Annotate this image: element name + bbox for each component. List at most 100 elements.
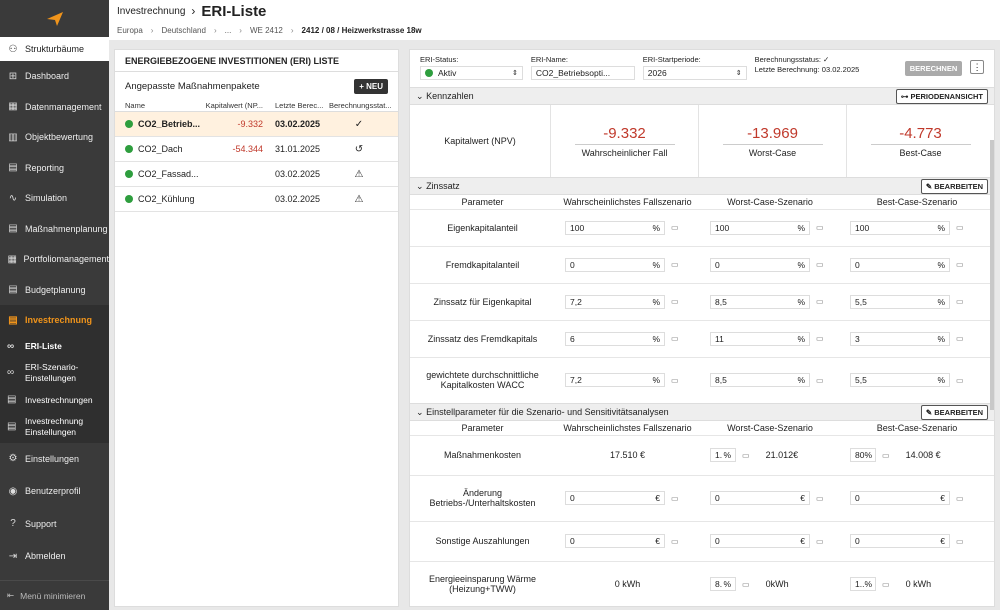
sidebar-item-benutzerprofil[interactable]: ◉ Benutzerprofil	[0, 475, 109, 508]
value-input[interactable]: 5,5%	[850, 294, 950, 309]
breadcrumb-item[interactable]: WE 2412	[250, 26, 283, 35]
sidebar-subitem-eri-szenario[interactable]: ∞ ERI-Szenario-Einstellungen	[0, 356, 109, 389]
sidebar-item-simulation[interactable]: ∿ Simulation	[0, 183, 109, 214]
value-input[interactable]: 0 €	[565, 534, 665, 548]
chevron-down-icon: ⌄	[416, 180, 424, 191]
sidebar-subitem-investrechnung-einstellungen[interactable]: ▤ Investrechnung Einstellungen	[0, 410, 109, 443]
value-input[interactable]: 7,2%	[565, 373, 665, 388]
laptop-icon[interactable]: ▭	[816, 223, 824, 232]
laptop-icon[interactable]: ▭	[671, 297, 679, 306]
column-header-npv[interactable]: Kapitalwert (NP...	[205, 101, 269, 110]
laptop-icon[interactable]: ▭	[882, 580, 890, 589]
value-input[interactable]: 8,5%	[710, 373, 810, 388]
laptop-icon[interactable]: ▭	[956, 537, 964, 546]
laptop-icon[interactable]: ▭	[882, 451, 890, 460]
sidebar-item-support[interactable]: ? Support	[0, 508, 109, 541]
laptop-icon[interactable]: ▭	[956, 223, 964, 232]
laptop-icon[interactable]: ▭	[742, 451, 750, 460]
sidebar-item-dashboard[interactable]: ⊞ Dashboard	[0, 61, 109, 92]
section-kennzahlen[interactable]: ⌄ Kennzahlen ⊶ PERIODENANSICHT	[410, 87, 994, 105]
eri-status-select[interactable]: Aktiv ⇕	[420, 66, 523, 80]
section-zinssatz[interactable]: ⌄ Zinssatz ✎ BEARBEITEN	[410, 177, 994, 195]
sidebar-item-portfoliomanagement[interactable]: ▦ Portfoliomanagement	[0, 244, 109, 275]
scrollbar[interactable]	[990, 140, 994, 410]
value-input[interactable]: 8,5%	[710, 294, 810, 309]
value-input[interactable]: 0 €	[565, 491, 665, 505]
value-input[interactable]: 5,5%	[850, 373, 950, 388]
percent-input[interactable]: 8.%	[710, 577, 736, 592]
value-input[interactable]: 0%	[850, 257, 950, 272]
laptop-icon[interactable]: ▭	[816, 260, 824, 269]
new-button[interactable]: + NEU	[354, 78, 388, 94]
calculate-button[interactable]: BERECHNEN	[904, 61, 963, 76]
laptop-icon[interactable]: ▭	[816, 494, 824, 503]
sidebar-item-reporting[interactable]: ▤ Reporting	[0, 153, 109, 184]
table-row[interactable]: CO2_Betrieb... -9.332 03.02.2025 ✓	[115, 112, 398, 137]
menu-minimize-button[interactable]: ⇤ Menü minimieren	[0, 580, 109, 610]
eri-name-input[interactable]: CO2_Betriebsopti...	[530, 66, 635, 80]
column-header-date[interactable]: Letzte Berec...	[269, 101, 329, 110]
chevron-down-icon: ⌄	[416, 90, 424, 101]
section-einstellparameter[interactable]: ⌄ Einstellparameter für die Szenario- un…	[410, 403, 994, 421]
percent-input[interactable]: 1.%	[710, 448, 736, 462]
breadcrumb-item[interactable]: Europa	[117, 26, 143, 35]
percent-input[interactable]: 80%	[850, 448, 876, 462]
value-input[interactable]: 7,2%	[565, 294, 665, 309]
laptop-icon[interactable]: ▭	[671, 223, 679, 232]
laptop-icon[interactable]: ▭	[956, 494, 964, 503]
sidebar-item-budgetplanung[interactable]: ▤ Budgetplanung	[0, 275, 109, 306]
logout-icon: ⇥	[8, 550, 18, 562]
period-view-button[interactable]: ⊶ PERIODENANSICHT	[895, 88, 988, 104]
laptop-icon[interactable]: ▭	[816, 376, 824, 385]
table-row[interactable]: CO2_Kühlung 03.02.2025 ⚠	[115, 187, 398, 212]
table-row[interactable]: CO2_Dach -54.344 31.01.2025 ↺	[115, 137, 398, 162]
eri-start-select[interactable]: 2026 ⇕	[642, 66, 747, 80]
laptop-icon[interactable]: ▭	[816, 537, 824, 546]
value-input[interactable]: 100%	[850, 220, 950, 235]
chevron-right-icon: ›	[290, 25, 294, 35]
laptop-icon[interactable]: ▭	[671, 537, 679, 546]
value-input[interactable]: 3%	[850, 331, 950, 346]
edit-zinssatz-button[interactable]: ✎ BEARBEITEN	[920, 178, 988, 194]
laptop-icon[interactable]: ▭	[956, 376, 964, 385]
laptop-icon[interactable]: ▭	[816, 334, 824, 343]
sidebar-item-massnahmenplanung[interactable]: ▤ Maßnahmenplanung	[0, 214, 109, 245]
value-input[interactable]: 0%	[710, 257, 810, 272]
laptop-icon[interactable]: ▭	[816, 297, 824, 306]
edit-einstell-button[interactable]: ✎ BEARBEITEN	[920, 404, 988, 420]
value-input[interactable]: 100%	[710, 220, 810, 235]
value-input[interactable]: 0 €	[850, 534, 950, 548]
sidebar-item-objektbewertung[interactable]: ▥ Objektbewertung	[0, 122, 109, 153]
value-input[interactable]: 0 €	[710, 534, 810, 548]
laptop-icon[interactable]: ▭	[671, 494, 679, 503]
percent-input[interactable]: 1..%	[850, 577, 876, 592]
laptop-icon[interactable]: ▭	[671, 260, 679, 269]
sidebar-item-strukturbaeume[interactable]: ⚇ Strukturbäume	[0, 37, 109, 61]
app-logo[interactable]	[0, 0, 109, 37]
more-options-icon[interactable]: ⋮	[970, 60, 985, 74]
breadcrumb-item[interactable]: ...	[225, 26, 232, 35]
laptop-icon[interactable]: ▭	[956, 260, 964, 269]
column-header-name[interactable]: Name	[125, 101, 205, 110]
sidebar-item-einstellungen[interactable]: ⚙ Einstellungen	[0, 443, 109, 476]
breadcrumb-item[interactable]: Deutschland	[161, 26, 205, 35]
value-input[interactable]: 6%	[565, 331, 665, 346]
value-input[interactable]: 0%	[565, 257, 665, 272]
laptop-icon[interactable]: ▭	[671, 334, 679, 343]
sidebar-item-abmelden[interactable]: ⇥ Abmelden	[0, 540, 109, 573]
value-input[interactable]: 0 €	[710, 491, 810, 505]
laptop-icon[interactable]: ▭	[956, 297, 964, 306]
sidebar-subitem-investrechnungen[interactable]: ▤ Investrechnungen	[0, 388, 109, 411]
value-input[interactable]: 0 €	[850, 491, 950, 505]
sidebar-subitem-eri-liste[interactable]: ∞ ERI-Liste	[0, 335, 109, 357]
laptop-icon[interactable]: ▭	[742, 580, 750, 589]
value-input[interactable]: 11%	[710, 331, 810, 346]
breadcrumb-parent[interactable]: Investrechnung	[117, 6, 185, 17]
column-header-status[interactable]: Berechnungsstat...	[329, 101, 392, 110]
value-input[interactable]: 100%	[565, 220, 665, 235]
sidebar-item-datenmanagement[interactable]: ▦ Datenmanagement	[0, 92, 109, 123]
laptop-icon[interactable]: ▭	[671, 376, 679, 385]
sidebar-item-investrechnung[interactable]: ▤ Investrechnung	[0, 305, 109, 336]
table-row[interactable]: CO2_Fassad... 03.02.2025 ⚠	[115, 162, 398, 187]
laptop-icon[interactable]: ▭	[956, 334, 964, 343]
